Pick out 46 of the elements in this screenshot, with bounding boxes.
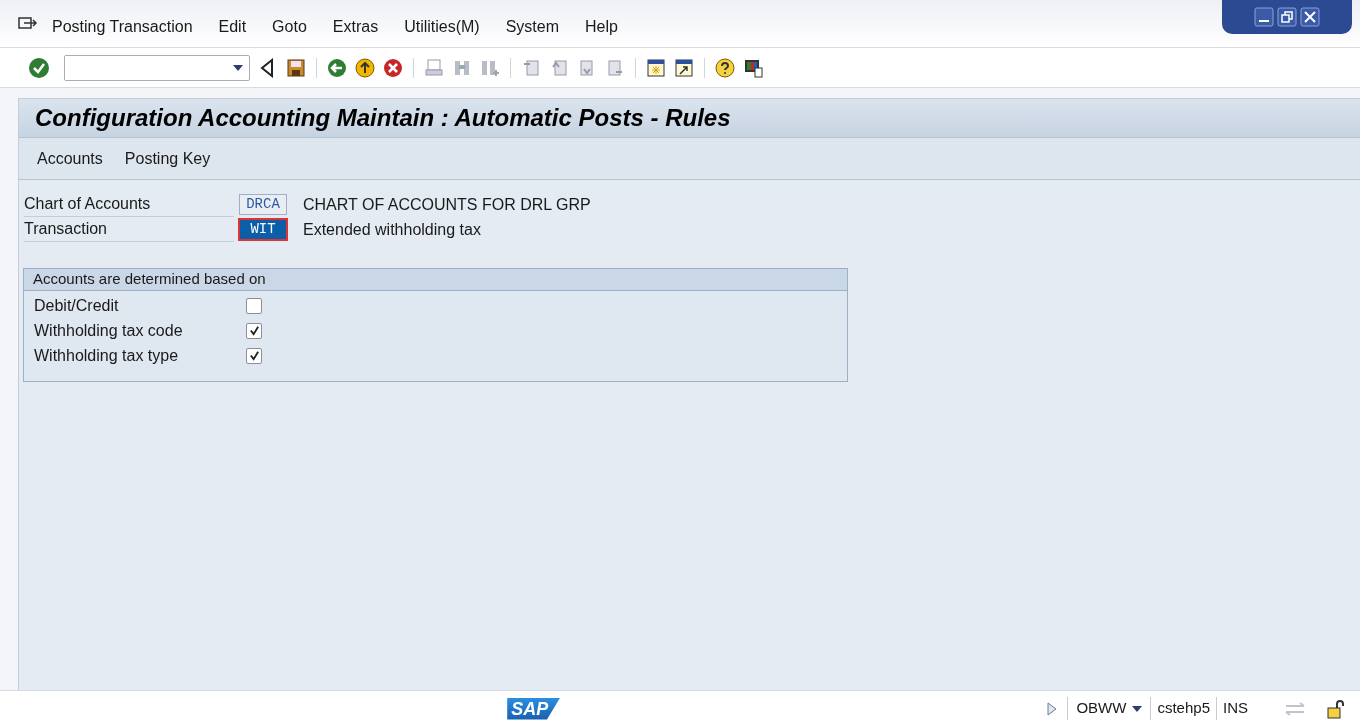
play-icon[interactable] xyxy=(1047,701,1058,716)
cancel-icon[interactable] xyxy=(383,57,403,78)
layout-icon[interactable] xyxy=(743,57,763,78)
menu-item[interactable]: Edit xyxy=(218,15,247,39)
field-description: Extended withholding tax xyxy=(303,219,481,240)
first-page-icon[interactable] xyxy=(521,57,541,78)
checkbox[interactable] xyxy=(246,347,262,364)
group-title: Accounts are determined based on xyxy=(33,269,266,290)
checkbox[interactable] xyxy=(246,322,262,339)
close-icon[interactable] xyxy=(1300,7,1320,27)
menu-item[interactable]: System xyxy=(505,15,560,39)
menu-item[interactable]: Extras xyxy=(332,15,379,39)
new-window-icon[interactable] xyxy=(646,57,666,78)
restore-icon[interactable] xyxy=(1277,7,1297,27)
minimize-icon[interactable] xyxy=(1254,7,1274,27)
padlock-icon[interactable] xyxy=(1326,698,1346,719)
last-page-icon[interactable] xyxy=(605,57,625,78)
checkbox-label: Withholding tax type xyxy=(34,345,180,366)
field-label: Transaction xyxy=(24,217,234,242)
toolbar-button[interactable]: Posting Key xyxy=(124,146,211,171)
field-label: Chart of Accounts xyxy=(24,192,234,217)
dropdown-icon[interactable] xyxy=(233,64,243,71)
menu-item[interactable]: Goto xyxy=(272,15,307,39)
field-description: CHART OF ACCOUNTS FOR DRL GRP xyxy=(303,194,591,215)
menu-item[interactable]: Utilities(M) xyxy=(404,15,480,39)
save-icon[interactable] xyxy=(286,57,306,78)
checkbox-label: Withholding tax code xyxy=(34,320,184,341)
toolbar-button[interactable]: Accounts xyxy=(37,146,103,171)
help-icon[interactable] xyxy=(715,57,735,78)
input-field[interactable]: WIT xyxy=(239,219,287,240)
server-name: cstehp5 xyxy=(1157,699,1210,717)
checkbox-label: Debit/Credit xyxy=(34,295,120,316)
input-mode: INS xyxy=(1223,699,1248,717)
sap-logo: SAP xyxy=(507,697,561,720)
command-field[interactable] xyxy=(64,54,250,81)
menu-item[interactable]: Help xyxy=(585,15,618,39)
check-icon[interactable] xyxy=(28,56,50,79)
screen-title: Configuration Accounting Maintain : Automatic Posts - Rules xyxy=(35,103,731,133)
dropdown-icon[interactable] xyxy=(1132,705,1143,712)
shortcut-icon[interactable] xyxy=(674,57,694,78)
previous-page-icon[interactable] xyxy=(549,57,569,78)
menu-item[interactable]: Posting Transaction xyxy=(52,15,193,39)
input-field[interactable]: DRCA xyxy=(239,194,287,215)
transfer-icon xyxy=(1284,700,1306,717)
checkbox[interactable] xyxy=(246,297,262,314)
transaction-code: OBWW xyxy=(1076,698,1127,719)
